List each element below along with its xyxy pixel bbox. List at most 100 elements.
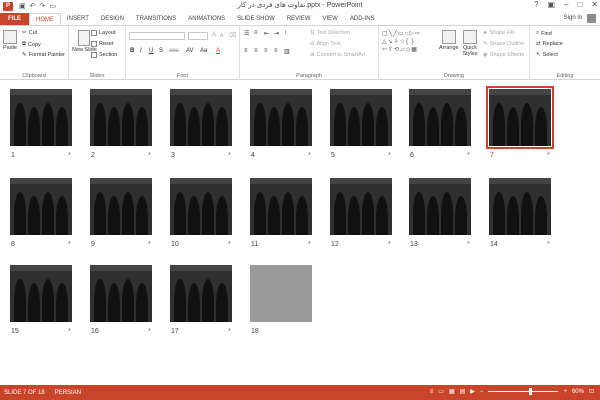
align-right-icon[interactable]: ≡ [264,48,268,54]
increase-indent-icon[interactable]: ⇥ [274,30,279,37]
arrange-button[interactable]: Arrange [439,30,459,51]
shapes-gallery[interactable]: ▢╲╱▭○▷⇨ △↘⇩☆{ } ⇦⇧⟲▱◇▦ [382,30,436,60]
sign-in-link[interactable]: Sign in [564,15,582,21]
zoom-in-icon[interactable]: + [563,389,567,395]
transition-star-icon[interactable]: * [467,241,470,248]
transition-star-icon[interactable]: * [228,152,231,159]
transition-star-icon[interactable]: * [547,152,550,159]
change-case-button[interactable]: Aa [200,48,207,54]
copy-button[interactable]: ⧉ Copy [22,41,41,48]
grow-font-button[interactable]: A [212,32,216,38]
format-painter-button[interactable]: ✎ Format Painter [22,52,65,58]
slide-thumbnail-11[interactable] [250,178,312,235]
tab-transitions[interactable]: TRANSITIONS [130,13,182,25]
clear-formatting-icon[interactable]: ⌫ [228,32,236,39]
slide-thumbnail-3[interactable] [170,89,232,146]
slide-thumbnail-9[interactable] [90,178,152,235]
columns-icon[interactable]: ▥ [284,48,290,55]
tab-design[interactable]: DESIGN [95,13,130,25]
fit-slide-icon[interactable]: ⊡ [589,388,594,395]
slide-thumbnail-18[interactable] [250,265,312,322]
decrease-indent-icon[interactable]: ⇤ [264,30,269,37]
slide-thumbnail-6[interactable] [409,89,471,146]
slide-thumbnail-5[interactable] [330,89,392,146]
tab-add-ins[interactable]: ADD-INS [344,13,381,25]
paste-button[interactable]: Paste [3,30,17,51]
font-size-input[interactable] [188,32,208,40]
bullets-icon[interactable]: ☰ [244,30,249,37]
numbering-icon[interactable]: ≡ [254,30,258,36]
reading-view-icon[interactable]: ▤ [460,388,466,395]
cut-button[interactable]: ✂ Cut [22,30,37,36]
transition-star-icon[interactable]: * [68,328,71,335]
tab-view[interactable]: VIEW [317,13,344,25]
layout-button[interactable]: Layout [91,30,116,36]
select-button[interactable]: ↖ Select [536,52,558,58]
normal-view-icon[interactable]: ▭ [438,388,444,395]
text-shadow-button[interactable]: S [159,48,163,54]
help-icon[interactable]: ? [534,0,538,9]
slide-thumbnail-8[interactable] [10,178,72,235]
zoom-slider[interactable] [488,388,559,395]
align-left-icon[interactable]: ≡ [244,48,248,54]
close-icon[interactable]: ✕ [591,0,598,9]
slide-thumbnail-15[interactable] [10,265,72,322]
transition-star-icon[interactable]: * [228,328,231,335]
transition-star-icon[interactable]: * [68,241,71,248]
section-button[interactable]: Section [91,52,117,58]
find-button[interactable]: ⌕ Find [536,30,552,37]
shape-outline-button[interactable]: ✎ Shape Outline [483,41,524,47]
tab-home[interactable]: HOME [29,13,61,25]
line-spacing-icon[interactable]: ↕ [284,30,287,36]
quick-styles-button[interactable]: Quick Styles [461,30,479,57]
slide-thumbnail-13[interactable] [409,178,471,235]
tab-slide-show[interactable]: SLIDE SHOW [231,13,281,25]
tab-file[interactable]: FILE [0,13,29,25]
character-spacing-button[interactable]: AV [186,48,194,54]
text-direction-button[interactable]: ⇅ Text Direction [310,30,350,36]
reset-button[interactable]: Reset [91,41,113,47]
minimize-icon[interactable]: – [564,0,568,9]
shape-fill-button[interactable]: ◈ Shape Fill [483,30,514,36]
bold-button[interactable]: B [130,48,134,54]
zoom-slider-thumb[interactable] [528,388,532,395]
slide-thumbnail-4[interactable] [250,89,312,146]
justify-icon[interactable]: ≡ [274,48,278,54]
strikethrough-button[interactable]: abc [169,48,179,54]
transition-star-icon[interactable]: * [547,241,550,248]
slide-sorter-view-icon[interactable]: ▦ [449,388,455,395]
tab-insert[interactable]: INSERT [61,13,95,25]
convert-to-smartart-button[interactable]: ⊞ Convert to SmartArt [310,52,365,58]
replace-button[interactable]: ⇄ Replace [536,41,563,47]
shrink-font-button[interactable]: A [220,33,223,39]
zoom-level[interactable]: 60% [572,389,584,395]
align-center-icon[interactable]: ≡ [254,48,258,54]
font-name-input[interactable] [129,32,185,40]
align-text-button[interactable]: ⊟ Align Text [310,41,340,47]
ribbon-display-icon[interactable]: ▣ [547,0,555,9]
transition-star-icon[interactable]: * [148,328,151,335]
language-status[interactable]: PERSIAN [55,390,81,396]
slide-thumbnail-1[interactable] [10,89,72,146]
transition-star-icon[interactable]: * [388,241,391,248]
transition-star-icon[interactable]: * [388,152,391,159]
italic-button[interactable]: I [140,48,142,54]
transition-star-icon[interactable]: * [68,152,71,159]
slide-thumbnail-17[interactable] [170,265,232,322]
notes-icon[interactable]: ≡ [430,389,434,395]
tab-review[interactable]: REVIEW [281,13,317,25]
shape-effects-button[interactable]: ◉ Shape Effects [483,52,524,58]
slide-thumbnail-14[interactable] [489,178,551,235]
transition-star-icon[interactable]: * [308,241,311,248]
slide-thumbnail-10[interactable] [170,178,232,235]
slide-thumbnail-2[interactable] [90,89,152,146]
account-avatar[interactable] [587,14,596,23]
transition-star-icon[interactable]: * [228,241,231,248]
maximize-icon[interactable]: □ [577,0,582,9]
slide-thumbnail-16[interactable] [90,265,152,322]
zoom-out-icon[interactable]: − [480,389,484,395]
underline-button[interactable]: U [149,48,153,54]
transition-star-icon[interactable]: * [467,152,470,159]
transition-star-icon[interactable]: * [308,152,311,159]
font-color-button[interactable]: A [216,48,220,54]
